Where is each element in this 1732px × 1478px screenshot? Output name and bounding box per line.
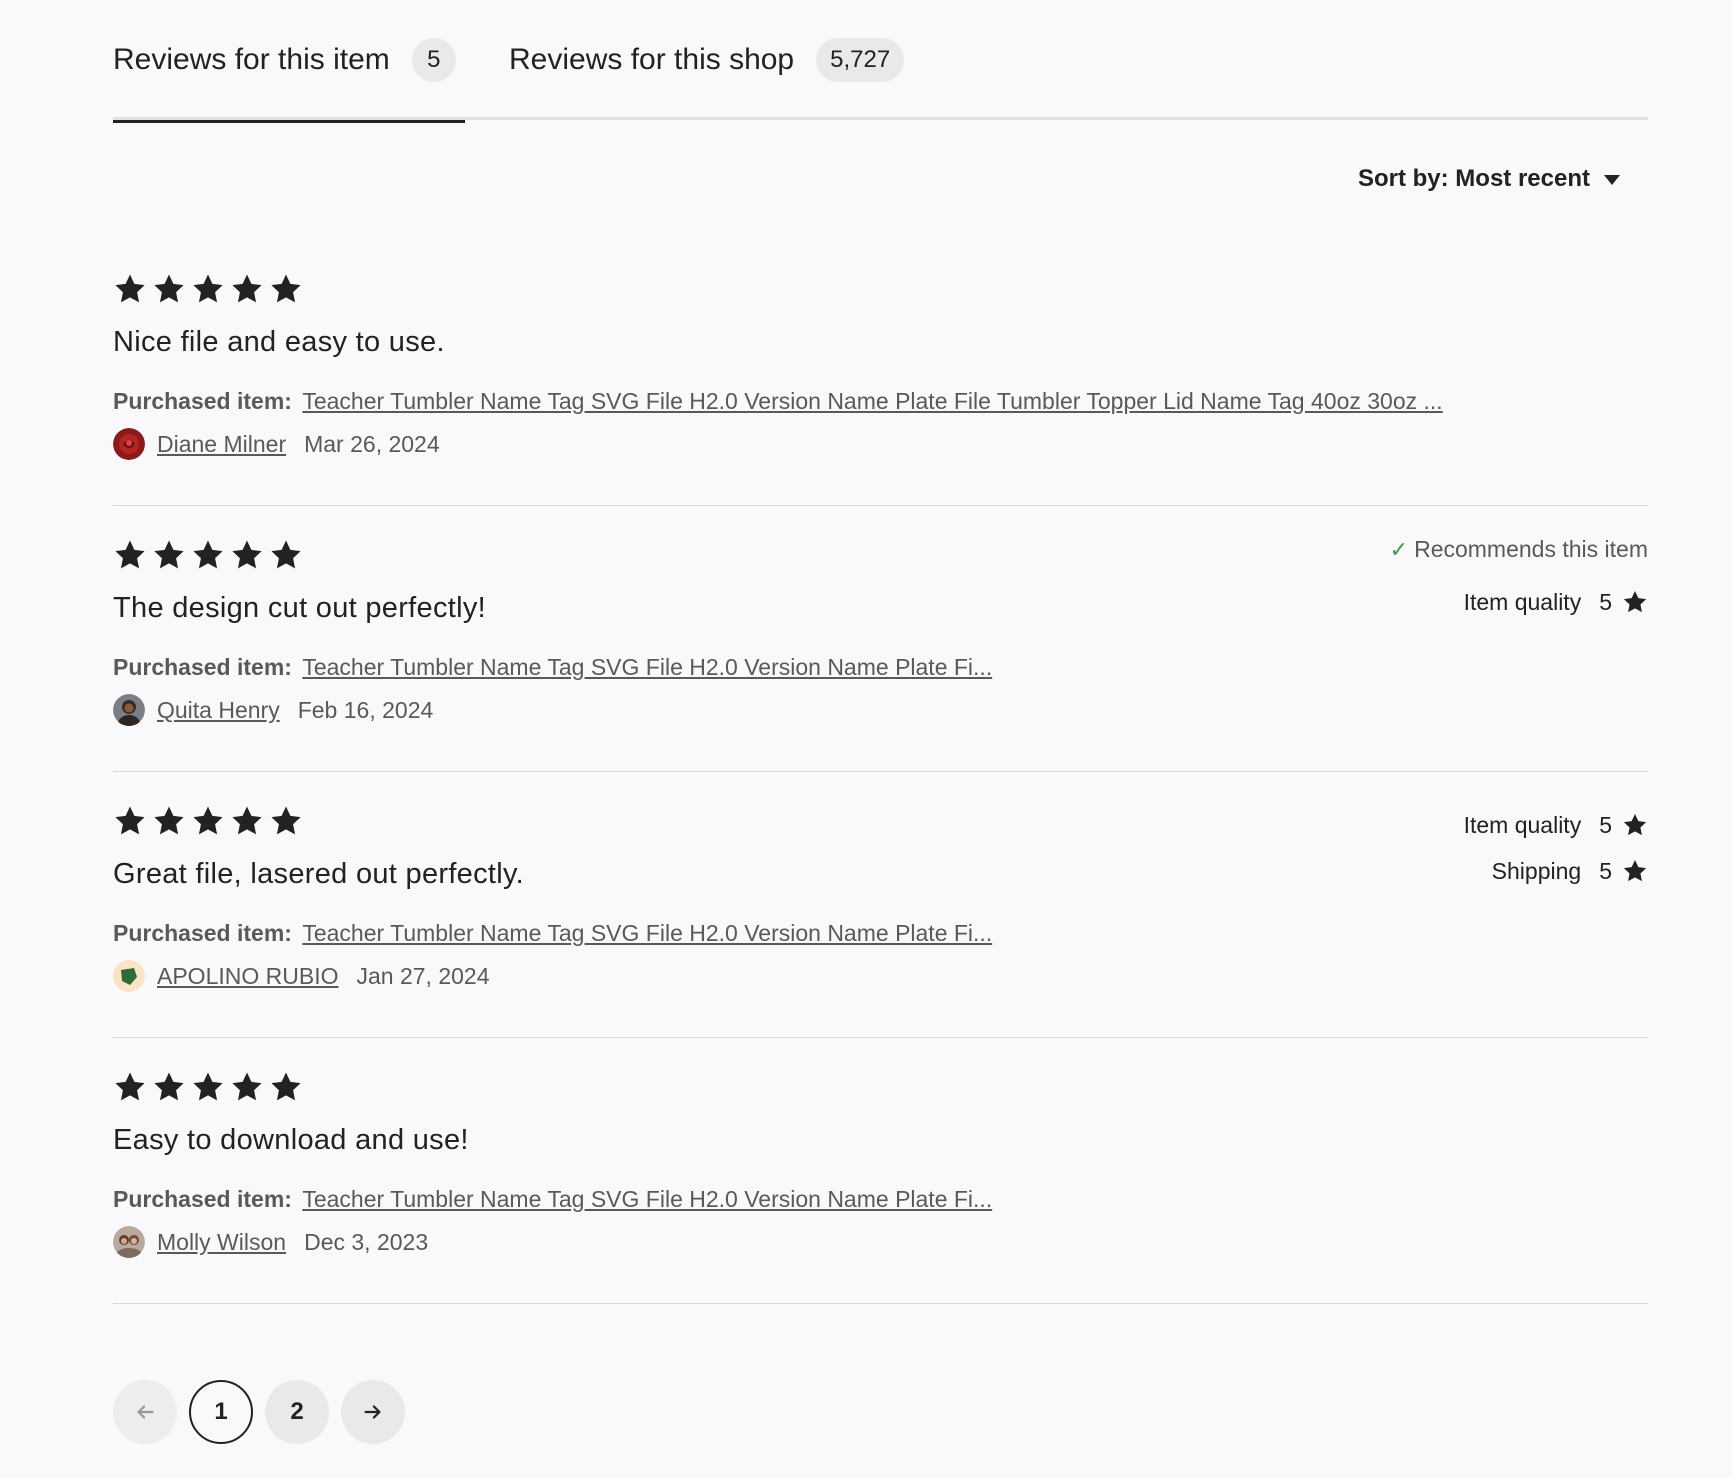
avatar[interactable] xyxy=(113,960,145,992)
purchased-item-link[interactable]: Teacher Tumbler Name Tag SVG File H2.0 V… xyxy=(302,1186,992,1212)
tab-reviews-shop[interactable]: Reviews for this shop 5,727 xyxy=(509,0,905,120)
star-icon xyxy=(154,1072,184,1101)
star-rating xyxy=(113,272,303,306)
review-date: Mar 26, 2024 xyxy=(304,430,440,457)
review-text: Nice file and easy to use. xyxy=(113,326,445,358)
pagination: 1 2 xyxy=(113,1380,405,1444)
purchased-item-link[interactable]: Teacher Tumbler Name Tag SVG File H2.0 V… xyxy=(302,920,992,946)
star-icon xyxy=(271,1072,301,1101)
review-item: Great file, lasered out perfectly. Purch… xyxy=(113,772,1648,1038)
review-details: ✓ Recommends this item Item quality 5 xyxy=(1390,536,1648,625)
star-icon xyxy=(193,540,223,569)
avatar[interactable] xyxy=(113,694,145,726)
metric-shipping: Shipping 5 xyxy=(1464,848,1648,894)
purchased-item-link[interactable]: Teacher Tumbler Name Tag SVG File H2.0 V… xyxy=(302,654,992,680)
star-icon xyxy=(193,1072,223,1101)
metric-value: 5 xyxy=(1599,588,1612,615)
sort-label: Sort by: Most recent xyxy=(1357,165,1590,192)
recommends-label: Recommends this item xyxy=(1414,536,1648,562)
next-page-button[interactable] xyxy=(341,1380,405,1444)
star-icon xyxy=(1623,590,1647,613)
author-name-link[interactable]: Diane Milner xyxy=(157,431,286,458)
star-icon xyxy=(115,540,145,569)
star-icon xyxy=(232,274,262,303)
star-icon xyxy=(154,540,184,569)
purchased-item-link[interactable]: Teacher Tumbler Name Tag SVG File H2.0 V… xyxy=(302,388,1442,414)
star-icon xyxy=(115,1072,145,1101)
metric-value: 5 xyxy=(1599,857,1612,884)
star-icon xyxy=(154,274,184,303)
tab-count-badge: 5 xyxy=(411,38,456,82)
reviews-tabs: Reviews for this item 5 Reviews for this… xyxy=(113,0,1648,123)
star-rating xyxy=(113,804,303,838)
purchased-item: Purchased item: Teacher Tumbler Name Tag… xyxy=(113,920,992,947)
star-icon xyxy=(115,274,145,303)
tab-label: Reviews for this item xyxy=(113,43,390,76)
review-list: Nice file and easy to use. Purchased ite… xyxy=(113,240,1648,1304)
star-icon xyxy=(232,540,262,569)
review-author: Quita Henry Feb 16, 2024 xyxy=(113,694,433,726)
metric-value: 5 xyxy=(1599,811,1612,838)
metric-item-quality: Item quality 5 xyxy=(1464,802,1648,848)
star-icon xyxy=(232,806,262,835)
author-name-link[interactable]: APOLINO RUBIO xyxy=(157,963,338,990)
page-1-button[interactable]: 1 xyxy=(189,1380,253,1444)
purchased-item: Purchased item: Teacher Tumbler Name Tag… xyxy=(113,388,1443,415)
tab-reviews-item[interactable]: Reviews for this item 5 xyxy=(113,0,465,123)
star-icon xyxy=(1623,859,1647,882)
metric-label: Item quality xyxy=(1463,588,1582,615)
check-icon: ✓ xyxy=(1389,536,1409,562)
star-icon xyxy=(271,274,301,303)
sort-dropdown[interactable]: Sort by: Most recent xyxy=(1358,165,1620,193)
metric-label: Shipping xyxy=(1491,857,1582,884)
purchased-label: Purchased item: xyxy=(113,920,292,946)
review-item: Easy to download and use! Purchased item… xyxy=(113,1038,1648,1304)
star-icon xyxy=(193,274,223,303)
star-icon xyxy=(271,540,301,569)
page-2-button[interactable]: 2 xyxy=(265,1380,329,1444)
star-icon xyxy=(193,806,223,835)
tab-count-badge: 5,727 xyxy=(816,38,905,82)
review-date: Jan 27, 2024 xyxy=(356,962,490,989)
review-text: Easy to download and use! xyxy=(113,1124,469,1156)
review-item: Nice file and easy to use. Purchased ite… xyxy=(113,240,1648,506)
author-name-link[interactable]: Molly Wilson xyxy=(157,1229,286,1256)
author-name-link[interactable]: Quita Henry xyxy=(157,697,280,724)
star-icon xyxy=(154,806,184,835)
review-author: APOLINO RUBIO Jan 27, 2024 xyxy=(113,960,490,992)
reviews-section: Reviews for this item 5 Reviews for this… xyxy=(113,0,1648,1444)
purchased-label: Purchased item: xyxy=(113,654,292,680)
avatar[interactable] xyxy=(113,428,145,460)
review-details: Item quality 5 Shipping 5 xyxy=(1464,802,1648,894)
review-author: Diane Milner Mar 26, 2024 xyxy=(113,428,440,460)
review-date: Dec 3, 2023 xyxy=(304,1228,429,1255)
purchased-label: Purchased item: xyxy=(113,1186,292,1212)
review-date: Feb 16, 2024 xyxy=(297,696,434,723)
tab-label: Reviews for this shop xyxy=(509,43,795,76)
caret-down-icon xyxy=(1604,175,1620,185)
star-icon xyxy=(115,806,145,835)
star-icon xyxy=(271,806,301,835)
metric-label: Item quality xyxy=(1463,811,1582,838)
arrow-left-icon xyxy=(137,1405,154,1419)
arrow-right-icon xyxy=(364,1405,381,1419)
star-rating xyxy=(113,538,303,572)
review-item: The design cut out perfectly! Purchased … xyxy=(113,506,1648,772)
review-text: Great file, lasered out perfectly. xyxy=(113,858,525,890)
purchased-label: Purchased item: xyxy=(113,388,292,414)
purchased-item: Purchased item: Teacher Tumbler Name Tag… xyxy=(113,654,992,681)
prev-page-button[interactable] xyxy=(113,1380,177,1444)
review-author: Molly Wilson Dec 3, 2023 xyxy=(113,1226,428,1258)
star-icon xyxy=(232,1072,262,1101)
purchased-item: Purchased item: Teacher Tumbler Name Tag… xyxy=(113,1186,992,1213)
star-rating xyxy=(113,1070,303,1104)
metric-item-quality: Item quality 5 xyxy=(1390,579,1648,625)
star-icon xyxy=(1623,813,1647,836)
review-text: The design cut out perfectly! xyxy=(113,592,487,624)
recommends-badge: ✓ Recommends this item xyxy=(1390,536,1648,563)
avatar[interactable] xyxy=(113,1226,145,1258)
